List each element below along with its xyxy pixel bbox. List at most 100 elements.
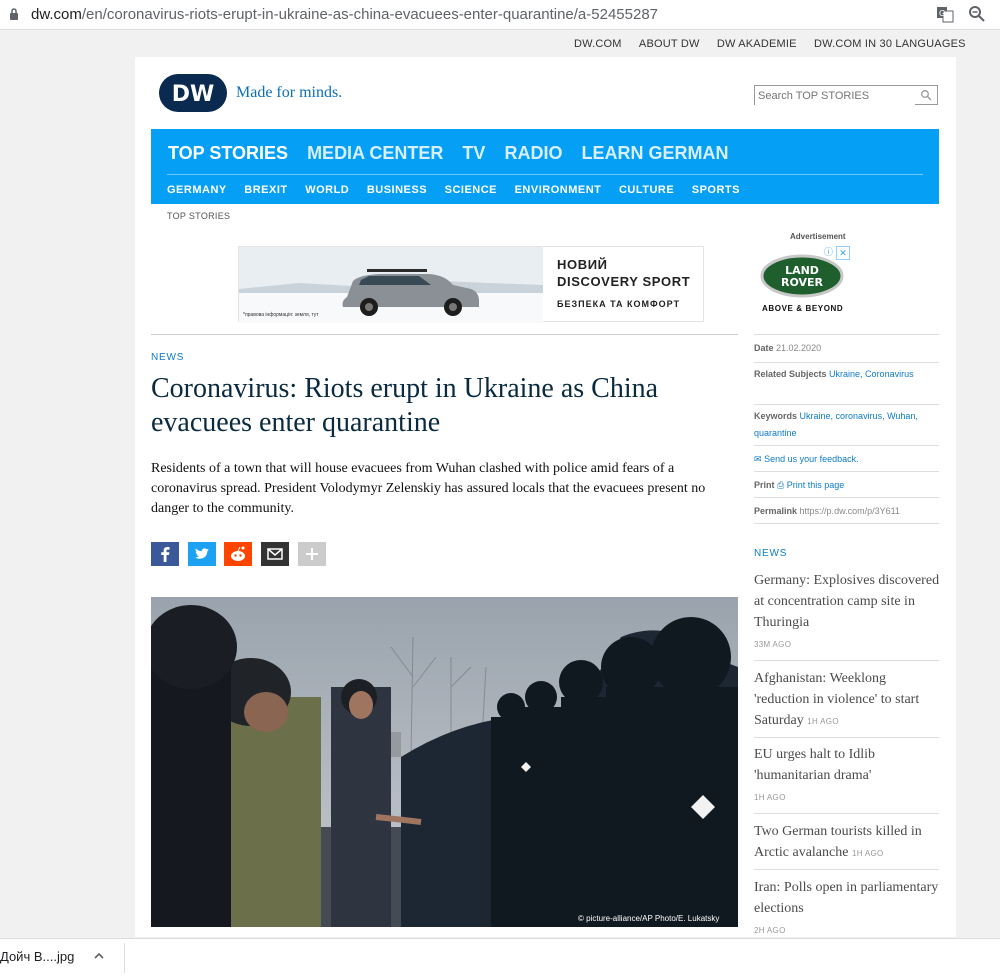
main-nav: TOP STORIES MEDIA CENTER TV RADIO LEARN …: [151, 129, 939, 204]
news-item-title[interactable]: Two German tourists killed in Arctic ava…: [754, 824, 922, 860]
logo-text: DW: [172, 82, 215, 107]
news-divider: [754, 660, 939, 661]
nav-science[interactable]: SCIENCE: [445, 184, 497, 196]
download-file-name[interactable]: Дойч В....jpg: [0, 949, 74, 964]
meta-keywords: Keywords Ukraine, coronavirus, Wuhan, qu…: [754, 408, 939, 442]
downloads-bar: Дойч В....jpg: [0, 938, 1000, 976]
nav-secondary: GERMANY BREXIT WORLD BUSINESS SCIENCE EN…: [167, 184, 754, 196]
nav-divider: [167, 174, 923, 175]
url-text[interactable]: dw.com/en/coronavirus-riots-erupt-in-ukr…: [31, 6, 658, 23]
reddit-share-icon[interactable]: [224, 542, 252, 566]
print-label: Print: [754, 480, 775, 490]
side-ad[interactable]: LAND ROVER ⓘ ✕ ABOVE & BEYOND: [754, 244, 850, 316]
nav-business[interactable]: BUSINESS: [367, 184, 427, 196]
date-value: 21.02.2020: [776, 343, 822, 353]
address-bar[interactable]: dw.com/en/coronavirus-riots-erupt-in-ukr…: [0, 0, 1000, 30]
feedback-link[interactable]: Send us your feedback.: [764, 454, 859, 464]
feedback-row[interactable]: ✉ Send us your feedback.: [754, 451, 939, 468]
ad-label: Advertisement: [790, 232, 846, 241]
news-divider: [754, 869, 939, 870]
meta-date: Date 21.02.2020: [754, 340, 939, 357]
photo-credit: © picture-alliance/AP Photo/E. Lukatsky: [578, 914, 720, 923]
zoom-icon[interactable]: [968, 5, 986, 23]
news-divider: [754, 737, 939, 738]
ad-slogan: ABOVE & BEYOND: [762, 304, 844, 313]
news-item[interactable]: Two German tourists killed in Arctic ava…: [754, 821, 940, 864]
translate-icon[interactable]: G: [936, 5, 954, 23]
url-path: /en/coronavirus-riots-erupt-in-ukraine-a…: [81, 6, 659, 23]
search-input[interactable]: [755, 87, 915, 105]
news-item[interactable]: Afghanistan: Weeklong 'reduction in viol…: [754, 668, 940, 732]
chevron-up-icon[interactable]: [92, 949, 106, 963]
banner-ad[interactable]: *правова інформація: земля, тут НОВИЙ DI…: [238, 246, 704, 323]
news-item-time: 1H AGO: [754, 793, 786, 802]
top-link-languages[interactable]: DW.COM IN 30 LANGUAGES: [814, 38, 966, 50]
top-link-dw[interactable]: DW.COM: [574, 38, 622, 50]
meta-divider: [754, 471, 939, 472]
adchoices-icon[interactable]: ⓘ: [822, 246, 835, 259]
print-row: Print ⎙ Print this page: [754, 477, 939, 494]
article-kicker[interactable]: NEWS: [151, 352, 184, 363]
download-separator: [124, 943, 125, 973]
nav-learn-german[interactable]: LEARN GERMAN: [581, 143, 728, 163]
lock-icon: [10, 8, 18, 20]
article-divider: [151, 334, 738, 335]
news-item-time: 2H AGO: [754, 926, 786, 935]
breadcrumb[interactable]: TOP STORIES: [167, 211, 230, 221]
nav-culture[interactable]: CULTURE: [619, 184, 674, 196]
dw-logo[interactable]: DW: [158, 73, 228, 113]
top-link-akademie[interactable]: DW AKADEMIE: [717, 38, 797, 50]
nav-environment[interactable]: ENVIRONMENT: [515, 184, 602, 196]
article-intro: Residents of a town that will house evac…: [151, 461, 706, 516]
meta-divider: [754, 404, 939, 405]
top-links: DW.COM ABOUT DW DW AKADEMIE DW.COM IN 30…: [560, 38, 966, 50]
permalink-row: Permalink https://p.dw.com/p/3Y611: [754, 503, 939, 520]
brand-line2: ROVER: [781, 276, 824, 289]
news-item-time: 1H AGO: [807, 717, 839, 726]
close-ad-icon[interactable]: ✕: [836, 246, 850, 260]
nav-tv[interactable]: TV: [462, 143, 485, 163]
news-item-title[interactable]: Iran: Polls open in parliamentary electi…: [754, 880, 938, 916]
nav-radio[interactable]: RADIO: [504, 143, 562, 163]
meta-divider: [754, 362, 939, 363]
news-item-title[interactable]: EU urges halt to Idlib 'humanitarian dra…: [754, 747, 875, 783]
nav-sports[interactable]: SPORTS: [692, 184, 740, 196]
email-share-icon[interactable]: [261, 542, 289, 566]
meta-divider: [754, 334, 939, 335]
keywords-label: Keywords: [754, 411, 798, 421]
ad-line3: БЕЗПЕКА ТА КОМФОРТ: [557, 299, 681, 309]
news-item[interactable]: Iran: Polls open in parliamentary electi…: [754, 877, 940, 941]
date-label: Date: [754, 343, 774, 353]
article-headline: Coronavirus: Riots erupt in Ukraine as C…: [151, 373, 659, 438]
news-item-time: 33M AGO: [754, 640, 792, 649]
top-link-about[interactable]: ABOUT DW: [639, 38, 700, 50]
tagline: Made for minds.: [236, 84, 343, 101]
sidebar-news-header[interactable]: NEWS: [754, 548, 787, 559]
ad-line1: НОВИЙ: [557, 257, 608, 272]
nav-brexit[interactable]: BREXIT: [244, 184, 287, 196]
news-item[interactable]: Germany: Explosives discovered at concen…: [754, 570, 940, 655]
print-link[interactable]: Print this page: [787, 480, 845, 490]
twitter-share-icon[interactable]: [188, 542, 216, 566]
news-divider: [754, 813, 939, 814]
facebook-share-icon[interactable]: [151, 542, 179, 566]
feedback-icon: ✉: [754, 454, 762, 464]
news-item[interactable]: EU urges halt to Idlib 'humanitarian dra…: [754, 744, 940, 808]
url-host: dw.com: [31, 6, 82, 23]
nav-top-stories[interactable]: TOP STORIES: [168, 143, 288, 163]
related-label: Related Subjects: [754, 369, 827, 379]
meta-related: Related Subjects Ukraine, Coronavirus: [754, 366, 939, 383]
nav-primary: TOP STORIES MEDIA CENTER TV RADIO LEARN …: [168, 143, 742, 164]
search-box: [754, 85, 938, 105]
nav-germany[interactable]: GERMANY: [167, 184, 227, 196]
nav-media-center[interactable]: MEDIA CENTER: [307, 143, 443, 163]
related-links[interactable]: Ukraine, Coronavirus: [829, 369, 914, 379]
meta-divider: [754, 445, 939, 446]
article-photo[interactable]: [151, 597, 738, 927]
news-item-title[interactable]: Germany: Explosives discovered at concen…: [754, 573, 939, 630]
permalink-value[interactable]: https://p.dw.com/p/3Y611: [800, 506, 900, 516]
print-icon: ⎙: [777, 480, 785, 490]
nav-world[interactable]: WORLD: [305, 184, 349, 196]
search-icon[interactable]: [920, 89, 932, 101]
more-share-icon[interactable]: [298, 542, 326, 566]
